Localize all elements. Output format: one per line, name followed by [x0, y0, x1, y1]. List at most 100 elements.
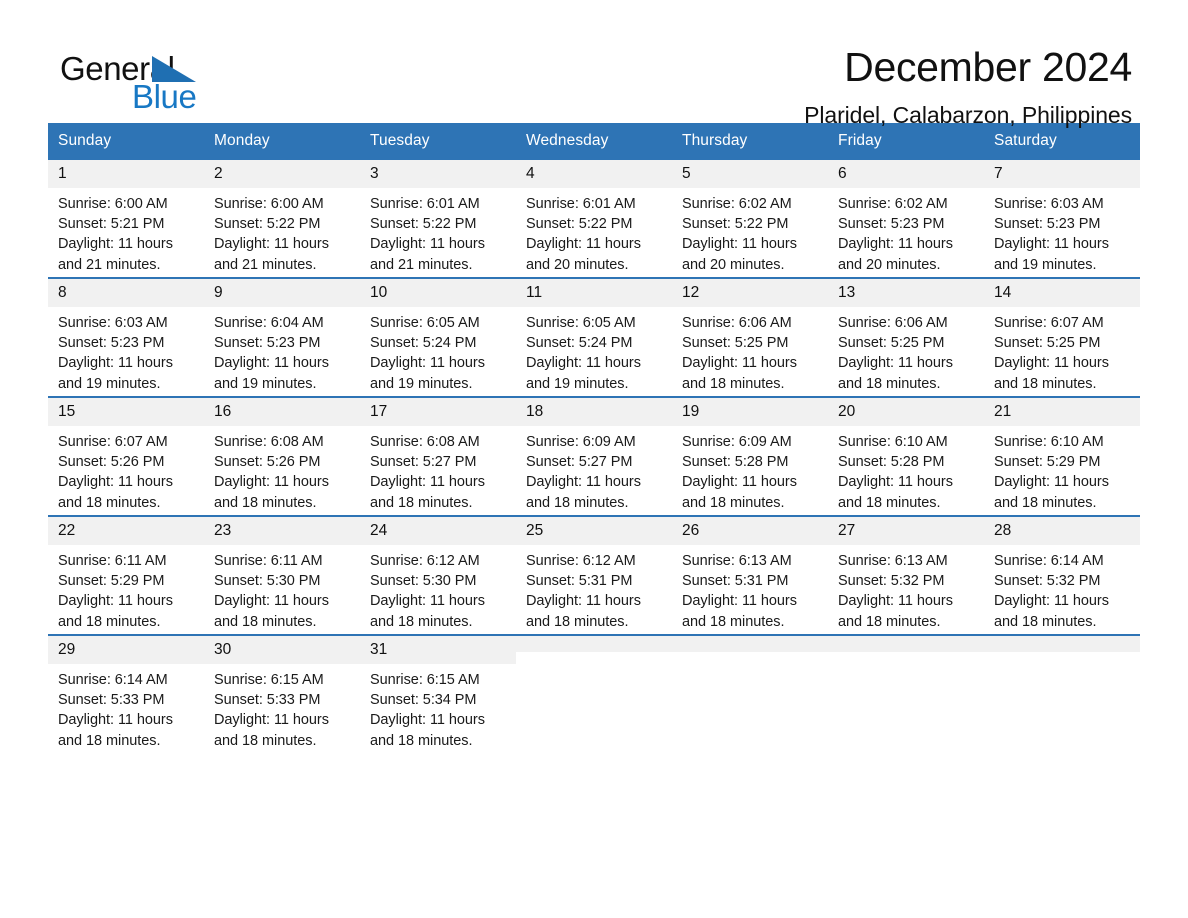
day-number: 11	[516, 279, 672, 308]
sunset-text: Sunset: 5:28 PM	[838, 454, 945, 471]
day-number: 1	[48, 160, 204, 189]
day-details: Sunrise: 6:11 AM Sunset: 5:29 PM Dayligh…	[48, 545, 204, 632]
sunset-text: Sunset: 5:26 PM	[214, 454, 321, 471]
day-details: Sunrise: 6:07 AM Sunset: 5:25 PM Dayligh…	[984, 307, 1140, 394]
day-number: 27	[828, 517, 984, 546]
calendar-day-cell[interactable]: 17 Sunrise: 6:08 AM Sunset: 5:27 PM Dayl…	[360, 396, 516, 516]
day-number: 8	[48, 279, 204, 308]
daylight-text-line2: and 21 minutes.	[214, 256, 317, 273]
sunset-text: Sunset: 5:24 PM	[370, 335, 477, 352]
day-details: Sunrise: 6:09 AM Sunset: 5:27 PM Dayligh…	[516, 426, 672, 513]
sunset-text: Sunset: 5:21 PM	[58, 216, 165, 233]
calendar-day-cell[interactable]: 23 Sunrise: 6:11 AM Sunset: 5:30 PM Dayl…	[204, 515, 360, 635]
day-details: Sunrise: 6:00 AM Sunset: 5:22 PM Dayligh…	[204, 188, 360, 275]
day-number: 17	[360, 398, 516, 427]
calendar-day-cell[interactable]: 1 Sunrise: 6:00 AM Sunset: 5:21 PM Dayli…	[48, 158, 204, 278]
sunrise-text: Sunrise: 6:13 AM	[838, 553, 948, 570]
daylight-text-line1: Daylight: 11 hours	[58, 712, 173, 729]
sunset-text: Sunset: 5:31 PM	[526, 573, 633, 590]
sunset-text: Sunset: 5:22 PM	[370, 216, 477, 233]
day-details: Sunrise: 6:07 AM Sunset: 5:26 PM Dayligh…	[48, 426, 204, 513]
calendar-day-cell[interactable]: 13 Sunrise: 6:06 AM Sunset: 5:25 PM Dayl…	[828, 277, 984, 397]
sunrise-text: Sunrise: 6:01 AM	[370, 196, 480, 213]
logo-text-blue: Blue	[132, 78, 197, 115]
daylight-text-line1: Daylight: 11 hours	[214, 474, 329, 491]
calendar-day-cell[interactable]: 22 Sunrise: 6:11 AM Sunset: 5:29 PM Dayl…	[48, 515, 204, 635]
daylight-text-line1: Daylight: 11 hours	[58, 236, 173, 253]
day-number: 28	[984, 517, 1140, 546]
sunset-text: Sunset: 5:29 PM	[994, 454, 1101, 471]
calendar-day-cell[interactable]: 3 Sunrise: 6:01 AM Sunset: 5:22 PM Dayli…	[360, 158, 516, 278]
day-number: 12	[672, 279, 828, 308]
daylight-text-line1: Daylight: 11 hours	[58, 593, 173, 610]
sunrise-text: Sunrise: 6:15 AM	[214, 672, 324, 689]
calendar-day-cell[interactable]: 19 Sunrise: 6:09 AM Sunset: 5:28 PM Dayl…	[672, 396, 828, 516]
calendar-day-cell[interactable]: 18 Sunrise: 6:09 AM Sunset: 5:27 PM Dayl…	[516, 396, 672, 516]
daylight-text-line2: and 18 minutes.	[994, 494, 1097, 511]
calendar-day-cell[interactable]: 27 Sunrise: 6:13 AM Sunset: 5:32 PM Dayl…	[828, 515, 984, 635]
page-header: General Blue December 2024 Plaridel, Cal…	[0, 0, 1188, 128]
sunset-text: Sunset: 5:33 PM	[58, 692, 165, 709]
sunset-text: Sunset: 5:28 PM	[682, 454, 789, 471]
daylight-text-line1: Daylight: 11 hours	[838, 355, 953, 372]
sunrise-text: Sunrise: 6:09 AM	[526, 434, 636, 451]
day-number	[672, 636, 828, 652]
calendar-day-cell[interactable]: 25 Sunrise: 6:12 AM Sunset: 5:31 PM Dayl…	[516, 515, 672, 635]
day-number: 18	[516, 398, 672, 427]
daylight-text-line2: and 19 minutes.	[58, 375, 161, 392]
calendar-day-cell[interactable]: 2 Sunrise: 6:00 AM Sunset: 5:22 PM Dayli…	[204, 158, 360, 278]
calendar-day-cell[interactable]: 30 Sunrise: 6:15 AM Sunset: 5:33 PM Dayl…	[204, 634, 360, 753]
calendar-day-cell[interactable]: 16 Sunrise: 6:08 AM Sunset: 5:26 PM Dayl…	[204, 396, 360, 516]
sunrise-text: Sunrise: 6:06 AM	[838, 315, 948, 332]
calendar-table: Sunday Monday Tuesday Wednesday Thursday…	[48, 123, 1140, 753]
calendar-day-cell[interactable]: 9 Sunrise: 6:04 AM Sunset: 5:23 PM Dayli…	[204, 277, 360, 397]
calendar-day-cell[interactable]: 4 Sunrise: 6:01 AM Sunset: 5:22 PM Dayli…	[516, 158, 672, 278]
daylight-text-line1: Daylight: 11 hours	[370, 236, 485, 253]
day-details: Sunrise: 6:15 AM Sunset: 5:33 PM Dayligh…	[204, 664, 360, 751]
daylight-text-line1: Daylight: 11 hours	[526, 355, 641, 372]
sunrise-text: Sunrise: 6:05 AM	[526, 315, 636, 332]
calendar-day-cell[interactable]: 24 Sunrise: 6:12 AM Sunset: 5:30 PM Dayl…	[360, 515, 516, 635]
calendar-day-cell[interactable]: 28 Sunrise: 6:14 AM Sunset: 5:32 PM Dayl…	[984, 515, 1140, 635]
sunset-text: Sunset: 5:22 PM	[526, 216, 633, 233]
calendar-day-cell-empty	[828, 634, 984, 753]
calendar-day-cell[interactable]: 5 Sunrise: 6:02 AM Sunset: 5:22 PM Dayli…	[672, 158, 828, 278]
calendar-day-cell[interactable]: 31 Sunrise: 6:15 AM Sunset: 5:34 PM Dayl…	[360, 634, 516, 753]
daylight-text-line2: and 19 minutes.	[526, 375, 629, 392]
daylight-text-line1: Daylight: 11 hours	[526, 236, 641, 253]
day-details: Sunrise: 6:06 AM Sunset: 5:25 PM Dayligh…	[672, 307, 828, 394]
daylight-text-line2: and 18 minutes.	[370, 732, 473, 749]
sunrise-text: Sunrise: 6:00 AM	[214, 196, 324, 213]
calendar-day-cell[interactable]: 29 Sunrise: 6:14 AM Sunset: 5:33 PM Dayl…	[48, 634, 204, 753]
daylight-text-line1: Daylight: 11 hours	[838, 236, 953, 253]
sunset-text: Sunset: 5:30 PM	[214, 573, 321, 590]
weekday-header-wednesday: Wednesday	[516, 123, 672, 159]
daylight-text-line2: and 18 minutes.	[370, 613, 473, 630]
day-number: 6	[828, 160, 984, 189]
calendar-day-cell[interactable]: 15 Sunrise: 6:07 AM Sunset: 5:26 PM Dayl…	[48, 396, 204, 516]
day-details: Sunrise: 6:10 AM Sunset: 5:29 PM Dayligh…	[984, 426, 1140, 513]
sunrise-text: Sunrise: 6:06 AM	[682, 315, 792, 332]
calendar-day-cell[interactable]: 10 Sunrise: 6:05 AM Sunset: 5:24 PM Dayl…	[360, 277, 516, 397]
sunrise-text: Sunrise: 6:09 AM	[682, 434, 792, 451]
day-details: Sunrise: 6:13 AM Sunset: 5:32 PM Dayligh…	[828, 545, 984, 632]
day-number: 10	[360, 279, 516, 308]
day-number: 19	[672, 398, 828, 427]
day-number: 15	[48, 398, 204, 427]
calendar-day-cell[interactable]: 20 Sunrise: 6:10 AM Sunset: 5:28 PM Dayl…	[828, 396, 984, 516]
calendar-day-cell[interactable]: 21 Sunrise: 6:10 AM Sunset: 5:29 PM Dayl…	[984, 396, 1140, 516]
calendar-day-cell[interactable]: 12 Sunrise: 6:06 AM Sunset: 5:25 PM Dayl…	[672, 277, 828, 397]
sunset-text: Sunset: 5:30 PM	[370, 573, 477, 590]
sunset-text: Sunset: 5:22 PM	[214, 216, 321, 233]
day-details: Sunrise: 6:05 AM Sunset: 5:24 PM Dayligh…	[360, 307, 516, 394]
calendar-week-row: 1 Sunrise: 6:00 AM Sunset: 5:21 PM Dayli…	[48, 158, 1140, 278]
day-details: Sunrise: 6:03 AM Sunset: 5:23 PM Dayligh…	[984, 188, 1140, 275]
calendar-day-cell[interactable]: 6 Sunrise: 6:02 AM Sunset: 5:23 PM Dayli…	[828, 158, 984, 278]
calendar-day-cell[interactable]: 14 Sunrise: 6:07 AM Sunset: 5:25 PM Dayl…	[984, 277, 1140, 397]
calendar-day-cell[interactable]: 11 Sunrise: 6:05 AM Sunset: 5:24 PM Dayl…	[516, 277, 672, 397]
calendar-day-cell[interactable]: 7 Sunrise: 6:03 AM Sunset: 5:23 PM Dayli…	[984, 158, 1140, 278]
daylight-text-line1: Daylight: 11 hours	[682, 593, 797, 610]
daylight-text-line2: and 19 minutes.	[994, 256, 1097, 273]
calendar-day-cell[interactable]: 8 Sunrise: 6:03 AM Sunset: 5:23 PM Dayli…	[48, 277, 204, 397]
calendar-day-cell[interactable]: 26 Sunrise: 6:13 AM Sunset: 5:31 PM Dayl…	[672, 515, 828, 635]
